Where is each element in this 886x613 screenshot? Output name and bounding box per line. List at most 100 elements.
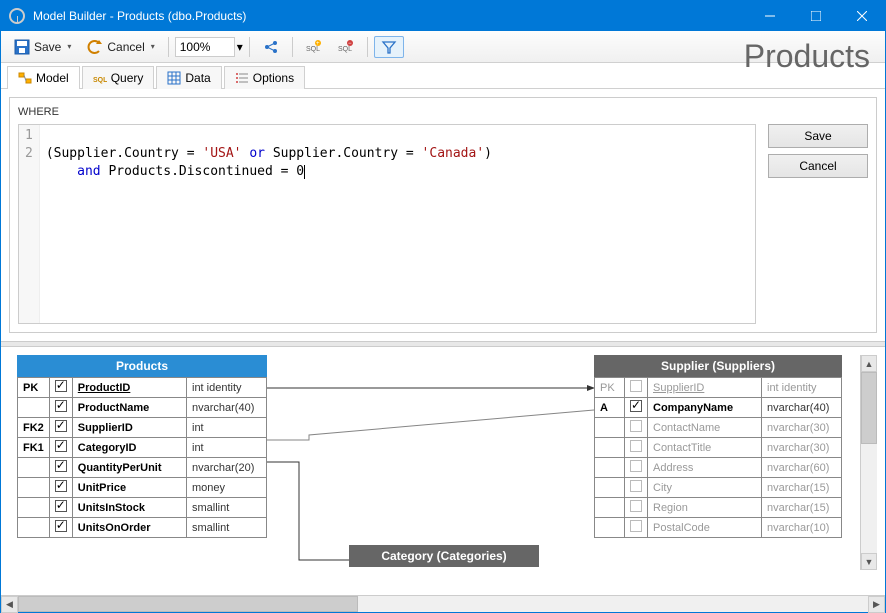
titlebar[interactable]: Model Builder - Products (dbo.Products) — [1, 1, 885, 31]
column-checkbox[interactable] — [625, 478, 648, 498]
key-cell — [595, 458, 625, 478]
column-checkbox[interactable] — [49, 458, 72, 478]
column-checkbox[interactable] — [625, 498, 648, 518]
entity-column-row[interactable]: ProductNamenvarchar(40) — [18, 398, 267, 418]
column-name: CategoryID — [72, 438, 186, 458]
column-checkbox[interactable] — [625, 518, 648, 538]
entity-column-row[interactable]: Addressnvarchar(60) — [595, 458, 842, 478]
entity-column-row[interactable]: ContactTitlenvarchar(30) — [595, 438, 842, 458]
close-button[interactable] — [839, 1, 885, 31]
entity-title[interactable]: Supplier (Suppliers) — [594, 355, 842, 377]
column-checkbox[interactable] — [625, 398, 648, 418]
grid-icon — [167, 71, 181, 85]
entity-column-row[interactable]: UnitPricemoney — [18, 478, 267, 498]
filter-button[interactable] — [374, 36, 404, 58]
tab-query[interactable]: SQL Query — [82, 66, 155, 89]
entity-column-row[interactable]: Citynvarchar(15) — [595, 478, 842, 498]
tab-model[interactable]: Model — [7, 66, 80, 89]
column-type: nvarchar(15) — [762, 498, 842, 518]
scroll-left-button[interactable]: ◀ — [1, 596, 18, 613]
column-checkbox[interactable] — [49, 378, 72, 398]
entity-title[interactable]: Category (Categories) — [349, 545, 539, 567]
model-icon — [18, 71, 32, 85]
column-checkbox[interactable] — [49, 398, 72, 418]
key-cell — [18, 518, 50, 538]
entity-column-row[interactable]: PostalCodenvarchar(10) — [595, 518, 842, 538]
column-type: smallint — [187, 518, 267, 538]
where-cancel-button[interactable]: Cancel — [768, 154, 868, 178]
column-checkbox[interactable] — [49, 438, 72, 458]
column-type: nvarchar(30) — [762, 418, 842, 438]
key-cell — [595, 518, 625, 538]
column-checkbox[interactable] — [49, 418, 72, 438]
column-checkbox[interactable] — [625, 438, 648, 458]
entity-column-row[interactable]: FK2SupplierIDint — [18, 418, 267, 438]
entity-column-row[interactable]: UnitsInStocksmallint — [18, 498, 267, 518]
column-name: ContactTitle — [648, 438, 762, 458]
chevron-down-icon: ▾ — [67, 42, 71, 51]
entity-category[interactable]: Category (Categories) — [349, 545, 539, 567]
scroll-right-button[interactable]: ▶ — [868, 596, 885, 613]
tab-options[interactable]: Options — [224, 66, 305, 89]
key-cell: PK — [18, 378, 50, 398]
column-checkbox[interactable] — [625, 378, 648, 398]
splitter[interactable] — [1, 341, 885, 347]
key-cell — [18, 398, 50, 418]
entity-column-row[interactable]: FK1 CategoryIDint — [18, 438, 267, 458]
chevron-down-icon[interactable]: ▾ — [237, 40, 243, 54]
cancel-button[interactable]: Cancel ▾ — [80, 36, 161, 58]
entity-supplier[interactable]: Supplier (Suppliers) PKSupplierIDint ide… — [594, 355, 842, 538]
add-sql-button[interactable]: SQL+ — [299, 36, 329, 58]
code-text[interactable]: (Supplier.Country = 'USA' or Supplier.Co… — [40, 125, 498, 323]
column-type: nvarchar(40) — [762, 398, 842, 418]
key-cell — [595, 418, 625, 438]
key-cell — [595, 498, 625, 518]
key-cell: FK1 — [18, 438, 50, 458]
entity-column-row[interactable]: PKSupplierIDint identity — [595, 378, 842, 398]
column-type: int — [187, 418, 267, 438]
minimize-button[interactable] — [747, 1, 793, 31]
column-checkbox[interactable] — [49, 498, 72, 518]
remove-sql-button[interactable]: SQL− — [331, 36, 361, 58]
column-checkbox[interactable] — [625, 458, 648, 478]
entity-column-row[interactable]: QuantityPerUnitnvarchar(20) — [18, 458, 267, 478]
key-cell — [18, 458, 50, 478]
horizontal-scrollbar[interactable]: ◀ ▶ — [1, 595, 885, 612]
zoom-combo[interactable]: ▾ — [175, 37, 243, 57]
entity-column-row[interactable]: UnitsOnOrdersmallint — [18, 518, 267, 538]
column-checkbox[interactable] — [49, 478, 72, 498]
share-button[interactable] — [256, 36, 286, 58]
entity-column-row[interactable]: ACompanyNamenvarchar(40) — [595, 398, 842, 418]
key-cell: FK2 — [18, 418, 50, 438]
entity-column-row[interactable]: PKProductIDint identity — [18, 378, 267, 398]
vertical-scrollbar[interactable]: ▲ ▼ — [860, 355, 877, 570]
column-name: ProductID — [72, 378, 186, 398]
entity-column-row[interactable]: Regionnvarchar(15) — [595, 498, 842, 518]
key-cell: PK — [595, 378, 625, 398]
entity-title[interactable]: Products — [17, 355, 267, 377]
scroll-up-button[interactable]: ▲ — [861, 355, 877, 372]
column-type: nvarchar(10) — [762, 518, 842, 538]
entity-column-row[interactable]: ContactNamenvarchar(30) — [595, 418, 842, 438]
scroll-thumb[interactable] — [18, 596, 358, 612]
maximize-button[interactable] — [793, 1, 839, 31]
diagram-area[interactable]: Products PK ProductID int identity ProductN… — [9, 355, 877, 587]
column-checkbox[interactable] — [49, 518, 72, 538]
tab-data[interactable]: Data — [156, 66, 221, 89]
column-type: nvarchar(40) — [187, 398, 267, 418]
where-editor[interactable]: 1 2 (Supplier.Country = 'USA' or Supplie… — [18, 124, 756, 324]
save-button[interactable]: Save ▾ — [7, 36, 78, 58]
entity-products[interactable]: Products PKProductIDint identityProductN… — [17, 355, 267, 538]
scroll-thumb[interactable] — [861, 372, 877, 444]
zoom-input[interactable] — [175, 37, 235, 57]
where-save-button[interactable]: Save — [768, 124, 868, 148]
column-name: PostalCode — [648, 518, 762, 538]
column-checkbox[interactable] — [625, 418, 648, 438]
column-name: City — [648, 478, 762, 498]
list-icon — [235, 71, 249, 85]
scroll-down-button[interactable]: ▼ — [861, 553, 877, 570]
sql-minus-icon: SQL− — [338, 39, 354, 55]
column-type: int identity — [762, 378, 842, 398]
column-type: int — [187, 438, 267, 458]
svg-text:−: − — [348, 41, 352, 47]
